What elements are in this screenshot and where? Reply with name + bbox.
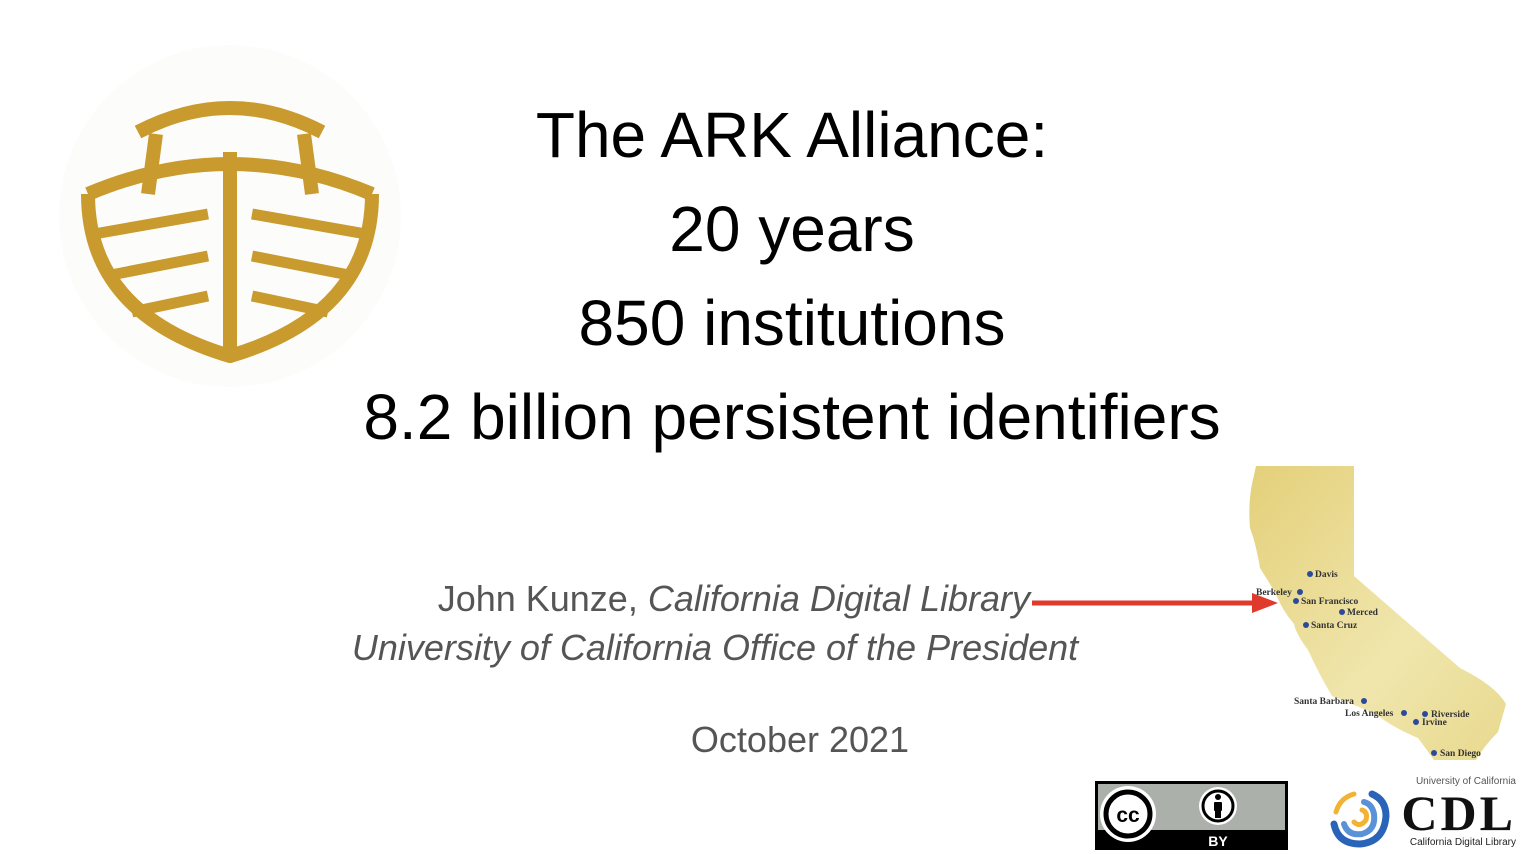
author-name: John Kunze,: [437, 578, 648, 619]
map-city-label: Berkeley: [1256, 588, 1292, 598]
author-org: California Digital Library: [647, 578, 1030, 619]
map-city-label: Los Angeles: [1345, 709, 1394, 719]
cdl-mark: CDL: [1401, 785, 1516, 841]
map-city-label: Merced: [1347, 608, 1379, 618]
map-city-label: Davis: [1315, 570, 1338, 580]
cc-icon: cc: [1100, 786, 1156, 842]
title-line-4: 8.2 billion persistent identifiers: [363, 381, 1221, 453]
by-label: BY: [1208, 833, 1228, 849]
title-line-1: The ARK Alliance:: [535, 99, 1049, 171]
cdl-bottom-text: California Digital Library: [1409, 837, 1516, 848]
date-line: October 2021: [690, 719, 910, 760]
title-line-3: 850 institutions: [578, 287, 1006, 359]
cc-by-badge: cc BY: [1095, 781, 1288, 850]
map-city-label: San Francisco: [1301, 597, 1359, 607]
title-block: The ARK Alliance: 20 years 850 instituti…: [292, 88, 1292, 464]
person-icon: [1199, 787, 1237, 825]
cdl-logo: University of California CDL California …: [1326, 774, 1526, 852]
map-city-label: San Diego: [1440, 749, 1481, 759]
california-map: Davis Berkeley San Francisco Merced Sant…: [1249, 466, 1506, 760]
cc-label: cc: [1116, 804, 1140, 827]
map-city-label: Irvine: [1422, 718, 1447, 728]
arrow-icon: [1032, 593, 1278, 613]
author-line: John Kunze, California Digital Library: [250, 578, 1030, 620]
cdl-swirl-icon: [1330, 790, 1390, 848]
title-line-2: 20 years: [669, 193, 915, 265]
office-line: University of California Office of the P…: [351, 627, 1079, 668]
map-city-label: Santa Barbara: [1294, 697, 1354, 707]
map-city-label: Santa Cruz: [1311, 621, 1358, 631]
